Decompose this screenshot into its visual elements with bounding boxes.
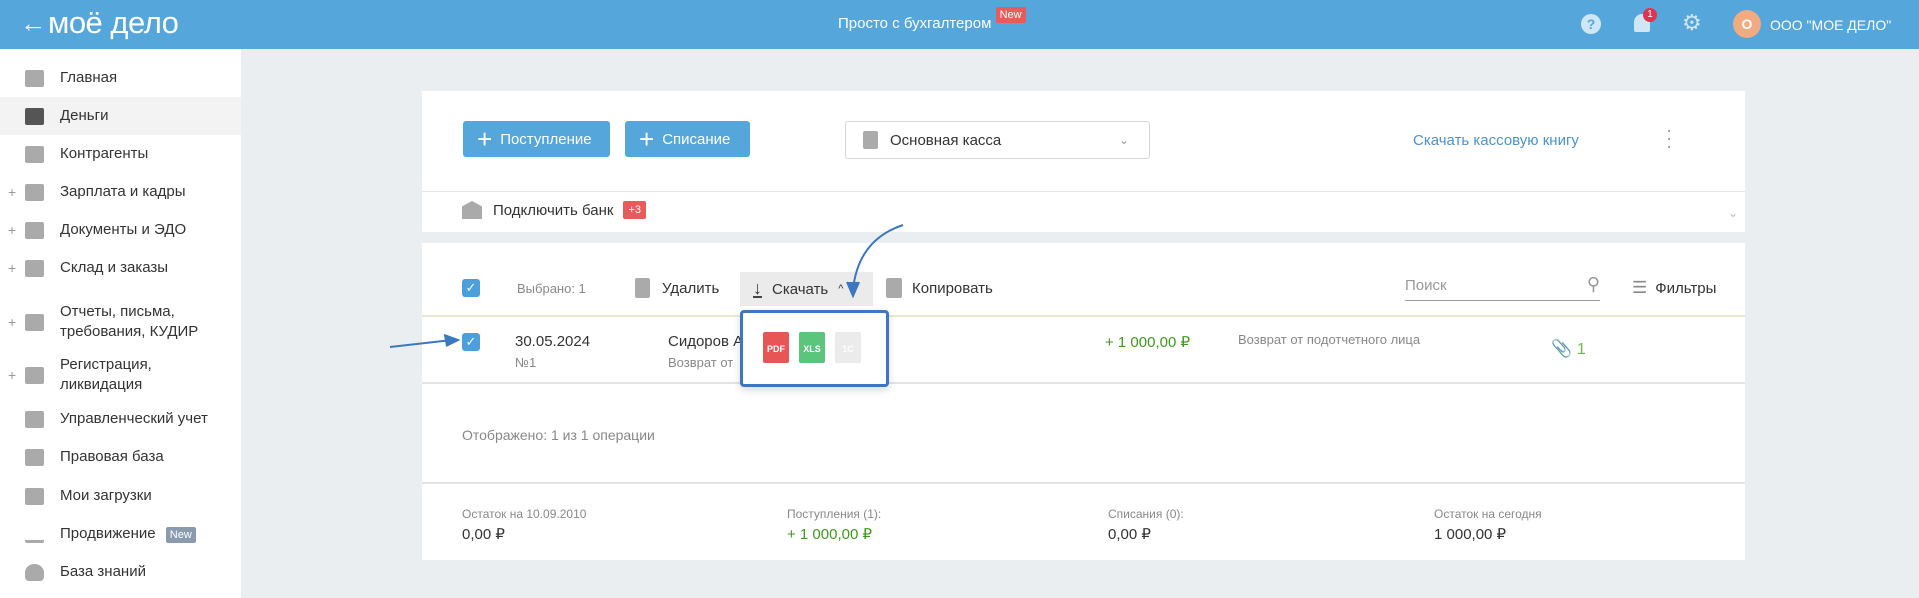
arrow-to-checkbox-icon	[389, 334, 461, 348]
arrow-to-download-icon	[846, 224, 904, 299]
annotation-arrows	[389, 224, 904, 348]
